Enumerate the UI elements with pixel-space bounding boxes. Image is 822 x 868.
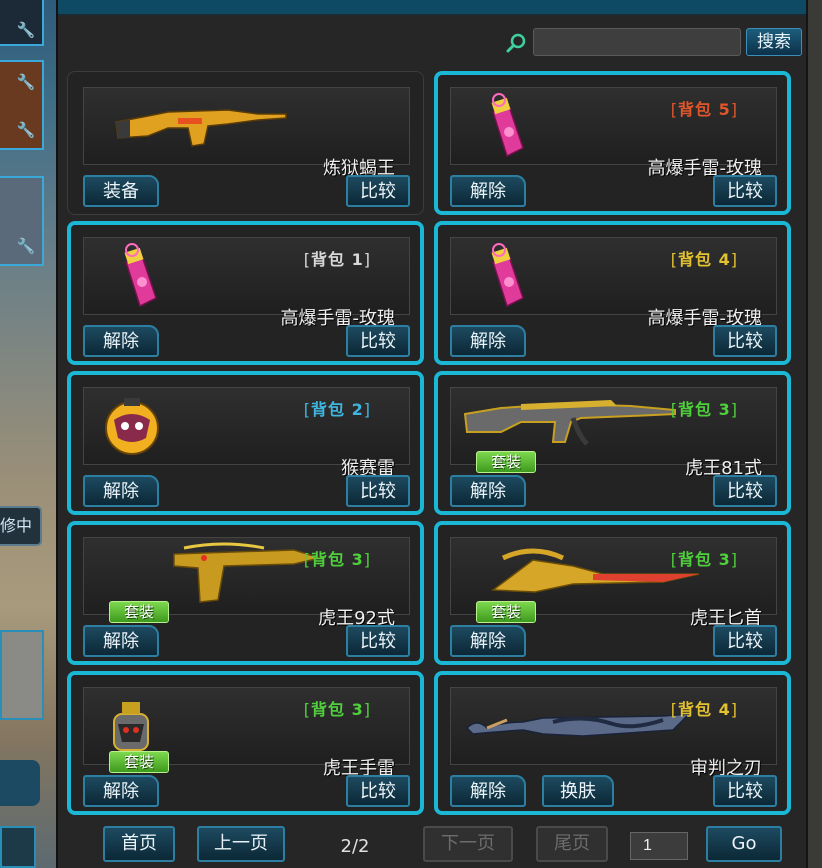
item-display: [背包 4] 审判之刃 <box>450 687 777 779</box>
search-icon <box>506 33 526 53</box>
panel-right-edge <box>806 0 822 868</box>
go-button[interactable]: Go <box>706 826 782 862</box>
item-card[interactable]: [背包 3] 套装 虎王81式 解除 比较 <box>434 371 791 515</box>
item-display: [背包 5] 高爆手雷-玫瑰 <box>450 87 777 179</box>
repair-status-label: 修中 <box>0 506 42 546</box>
item-display: [背包 1] 高爆手雷-玫瑰 <box>83 237 410 329</box>
gold-rifle-icon <box>461 392 681 456</box>
slot-panel-1[interactable]: 🔧 <box>0 0 44 46</box>
panel-top-bar <box>58 0 806 16</box>
slot-panel-4[interactable] <box>0 630 44 720</box>
compare-button[interactable]: 比较 <box>346 175 410 207</box>
backpack-badge: [背包 3] <box>303 550 371 569</box>
item-card[interactable]: [背包 5] 高爆手雷-玫瑰 解除 比较 <box>434 71 791 215</box>
item-display: [背包 4] 高爆手雷-玫瑰 <box>450 237 777 329</box>
item-display: [背包 3] 套装 虎王手雷 <box>83 687 410 779</box>
compare-button[interactable]: 比较 <box>346 325 410 357</box>
unequip-button[interactable]: 解除 <box>450 475 526 507</box>
side-button[interactable] <box>0 826 36 868</box>
game-background-left: 🔧 🔧 🔧 🔧 修中 <box>0 0 56 868</box>
change-skin-button[interactable]: 换肤 <box>542 775 614 807</box>
unequip-button[interactable]: 解除 <box>83 625 159 657</box>
slot-panel-2[interactable]: 🔧 🔧 <box>0 60 44 150</box>
suit-tag: 套装 <box>109 751 169 773</box>
unequip-button[interactable]: 解除 <box>83 475 159 507</box>
unequip-button[interactable]: 解除 <box>450 325 526 357</box>
compare-button[interactable]: 比较 <box>346 475 410 507</box>
dark-blade-icon <box>463 700 693 754</box>
wrench-icon[interactable]: 🔧 <box>16 72 36 92</box>
compare-button[interactable]: 比较 <box>346 625 410 657</box>
item-display: [背包 3] 套装 虎王92式 <box>83 537 410 629</box>
slot-panel-3[interactable]: 🔧 <box>0 176 44 266</box>
suit-tag: 套装 <box>476 451 536 473</box>
prev-page-button[interactable]: 上一页 <box>197 826 285 862</box>
unequip-button[interactable]: 解除 <box>83 325 159 357</box>
pink-grenade-icon <box>479 92 529 166</box>
unequip-button[interactable]: 解除 <box>450 625 526 657</box>
search-input[interactable] <box>533 28 741 56</box>
compare-button[interactable]: 比较 <box>713 175 777 207</box>
unequip-button[interactable]: 解除 <box>450 775 526 807</box>
suit-tag: 套装 <box>476 601 536 623</box>
yellow-assault-rifle-icon <box>108 92 288 156</box>
unequip-button[interactable]: 解除 <box>83 775 159 807</box>
backpack-badge: [背包 1] <box>303 250 371 269</box>
search-button[interactable]: 搜索 <box>746 28 802 56</box>
backpack-badge: [背包 4] <box>670 250 738 269</box>
last-page-button[interactable]: 尾页 <box>536 826 608 862</box>
item-card[interactable]: [背包 3] 套装 虎王92式 解除 比较 <box>67 521 424 665</box>
wrench-icon[interactable]: 🔧 <box>16 120 36 140</box>
compare-button[interactable]: 比较 <box>713 475 777 507</box>
backpack-badge: [背包 2] <box>303 400 371 419</box>
gold-pistol-icon <box>144 540 324 614</box>
monkey-bomb-icon <box>100 394 164 462</box>
item-card[interactable]: [背包 3] 套装 虎王手雷 解除 比较 <box>67 671 424 815</box>
backpack-badge: [背包 3] <box>670 550 738 569</box>
wrench-icon[interactable]: 🔧 <box>16 236 36 256</box>
item-card[interactable]: 炼狱蝎王 装备 比较 <box>67 71 424 215</box>
compare-button[interactable]: 比较 <box>713 325 777 357</box>
page-indicator: 2/2 <box>340 836 370 857</box>
item-card[interactable]: [背包 4] 审判之刃 解除 换肤 比较 <box>434 671 791 815</box>
item-card[interactable]: [背包 1] 高爆手雷-玫瑰 解除 比较 <box>67 221 424 365</box>
suit-tag: 套装 <box>109 601 169 623</box>
pink-grenade-icon <box>479 242 529 316</box>
side-tab[interactable] <box>0 760 40 806</box>
item-card[interactable]: [背包 3] 套装 虎王匕首 解除 比较 <box>434 521 791 665</box>
wrench-icon[interactable]: 🔧 <box>16 20 36 40</box>
item-card[interactable]: [背包 2] 猴赛雷 解除 比较 <box>67 371 424 515</box>
first-page-button[interactable]: 首页 <box>103 826 175 862</box>
compare-button[interactable]: 比较 <box>346 775 410 807</box>
unequip-button[interactable]: 解除 <box>450 175 526 207</box>
compare-button[interactable]: 比较 <box>713 775 777 807</box>
pink-grenade-icon <box>112 242 162 316</box>
page-number-input[interactable] <box>630 832 688 860</box>
equip-button[interactable]: 装备 <box>83 175 159 207</box>
item-display: [背包 3] 套装 虎王81式 <box>450 387 777 479</box>
item-card[interactable]: [背包 4] 高爆手雷-玫瑰 解除 比较 <box>434 221 791 365</box>
backpack-badge: [背包 4] <box>670 700 738 719</box>
item-display: [背包 2] 猴赛雷 <box>83 387 410 479</box>
item-display: [背包 3] 套装 虎王匕首 <box>450 537 777 629</box>
backpack-badge: [背包 3] <box>670 400 738 419</box>
compare-button[interactable]: 比较 <box>713 625 777 657</box>
next-page-button[interactable]: 下一页 <box>423 826 513 862</box>
backpack-badge: [背包 5] <box>670 100 738 119</box>
backpack-badge: [背包 3] <box>303 700 371 719</box>
item-display: 炼狱蝎王 <box>83 87 410 179</box>
